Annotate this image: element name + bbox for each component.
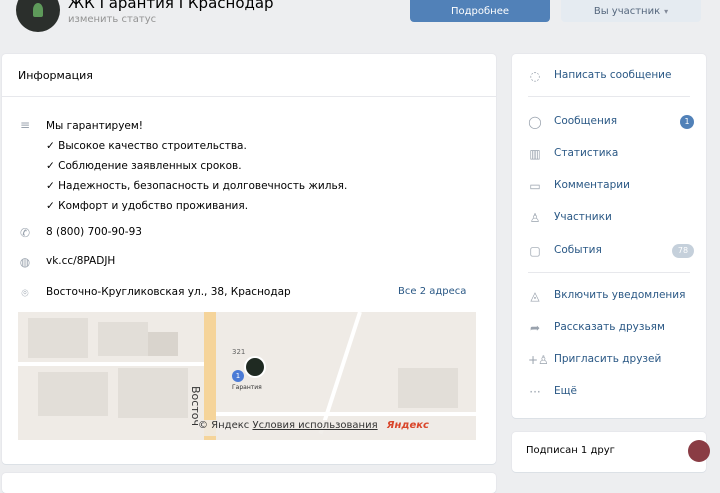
messages-badge: 1 [680,115,694,129]
description-line: ✓ Надежность, безопасность и долговечнос… [46,180,348,192]
menu-item-label: Пригласить друзей [554,353,662,365]
group-header: ЖК Гарантия I Краснодар изменить статус … [0,0,720,40]
yandex-logo[interactable]: Яндекс [387,420,429,431]
menu-item-comments[interactable]: ▭ Комментарии [512,172,706,202]
more-icon: ··· [529,385,541,399]
map-pin-number: 1 [232,370,244,382]
menu-item-events[interactable]: ▢ События 78 [512,237,706,267]
description: Мы гарантируем! ✓ Высокое качество строи… [46,116,347,216]
map-house-number: 321 [232,348,246,356]
description-line: ✓ Высокое качество строительства. [46,140,247,152]
menu-item-label: Комментарии [554,179,630,191]
map-block [98,322,148,356]
phone-number[interactable]: 8 (800) 700-90-93 [46,226,142,238]
all-addresses-link[interactable]: Все 2 адреса [398,286,466,297]
more-button-label: Подробнее [450,5,510,17]
description-line: ✓ Соблюдение заявленных сроков. [46,160,242,172]
menu-item-label: Сообщения [554,115,618,127]
menu-item-label: Написать сообщение [554,69,672,81]
chevron-down-icon: ▾ [664,6,669,16]
menu-item-more[interactable]: ··· Ещё [512,378,706,408]
menu-divider [528,96,690,97]
map-pin-icon[interactable] [244,356,266,378]
menu-item-label: Ещё [554,385,577,397]
next-card [2,473,496,493]
globe-icon: ◍ [19,255,31,269]
group-avatar[interactable] [16,0,60,32]
map[interactable]: Восточ 321 1 Гарантия © Яндекс Условия и… [18,312,476,440]
messages-icon: ◯ [528,115,542,129]
map-pin-label: Гарантия [232,384,262,391]
member-button-label: Вы участник [593,5,661,17]
invite-icon: +♙ [528,353,549,367]
edit-status-link[interactable]: изменить статус [68,14,156,25]
address-row: ⌾ [18,286,32,300]
share-icon: ➦ [529,321,541,335]
events-icon: ▢ [529,244,541,258]
menu-item-statistics[interactable]: ▥ Статистика [512,140,706,170]
friend-avatar[interactable] [688,440,710,462]
more-button[interactable]: Подробнее [410,0,550,22]
menu-item-label: Рассказать друзьям [554,321,665,333]
map-block [28,318,88,358]
text-lines-icon: ≡ [19,118,31,132]
menu-item-members[interactable]: ♙ Участники [512,204,706,234]
menu-item-label: Участники [554,211,612,223]
link-row: ◍ [18,255,32,269]
description-line: ✓ Комфорт и удобство проживания. [46,200,249,212]
phone-icon: ✆ [19,226,31,240]
description-row: ≡ [18,118,32,132]
message-icon: ◌ [529,69,541,83]
map-terms-link[interactable]: Условия использования [252,420,377,431]
menu-item-notifications[interactable]: ◬ Включить уведомления [512,282,706,312]
map-block [38,372,108,416]
menu-item-write-message[interactable]: ◌ Написать сообщение [512,62,706,92]
logo-icon [33,3,43,17]
website-link[interactable]: vk.cc/8PADJH [46,255,115,267]
events-badge: 78 [672,244,694,258]
map-road [318,312,362,435]
menu-item-share[interactable]: ➦ Рассказать друзьям [512,314,706,344]
comments-icon: ▭ [529,179,541,193]
bell-icon: ◬ [530,289,540,303]
members-icon: ♙ [529,211,541,225]
description-line: Мы гарантируем! [46,120,144,132]
menu-divider [528,272,690,273]
map-block [148,332,178,356]
map-copyright: © Яндекс [198,420,250,431]
menu-item-label: События [554,244,602,256]
map-footer: © Яндекс Условия использования Яндекс [198,420,476,436]
actions-menu: ◌ Написать сообщение ◯ Сообщения 1 ▥ Ста… [512,54,706,418]
menu-item-label: Статистика [554,147,619,159]
subscribed-friends-card[interactable]: Подписан 1 друг [512,432,710,472]
info-header: Информация [2,54,496,97]
address[interactable]: Восточно-Кругликовская ул., 38, Краснода… [46,286,291,298]
menu-item-label: Включить уведомления [554,289,686,301]
subscribed-friends-text: Подписан 1 друг [526,445,615,456]
menu-item-invite[interactable]: +♙ Пригласить друзей [512,346,706,376]
member-button[interactable]: Вы участник ▾ [561,0,701,22]
statistics-icon: ▥ [529,147,541,161]
info-title: Информация [18,69,93,82]
map-road [216,412,476,416]
location-pin-icon: ⌾ [21,286,29,300]
map-block [398,368,458,408]
menu-item-messages[interactable]: ◯ Сообщения 1 [512,108,706,138]
map-road [18,362,204,366]
map-block [118,368,188,418]
phone-row: ✆ [18,226,32,240]
group-title: ЖК Гарантия I Краснодар [68,0,274,12]
